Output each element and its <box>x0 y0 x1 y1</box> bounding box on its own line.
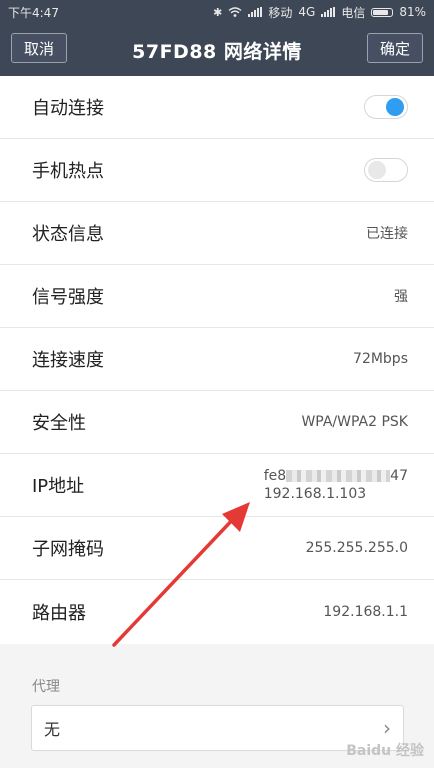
title-bar: 取消 57FD88 网络详情 确定 <box>0 24 434 76</box>
status-time: 下午4:47 <box>8 5 59 20</box>
row-ip-address: IP地址 fe8 47 192.168.1.103 <box>0 454 434 517</box>
chevron-right-icon: › <box>383 716 391 740</box>
row-label: 连接速度 <box>32 350 104 371</box>
row-label: 子网掩码 <box>32 539 104 560</box>
bluetooth-icon: ✱ <box>213 5 223 19</box>
confirm-button[interactable]: 确定 <box>367 33 423 63</box>
proxy-value: 无 <box>44 720 61 739</box>
page-title: 57FD88 网络详情 <box>132 40 302 63</box>
row-label: 信号强度 <box>32 287 104 308</box>
row-subnet-mask: 子网掩码 255.255.255.0 <box>0 517 434 580</box>
proxy-section: 代理 无 › Baidu 经验 <box>0 644 434 768</box>
row-label: IP地址 <box>32 476 85 497</box>
network-type: 4G <box>298 5 316 19</box>
network-detail-list: 自动连接 手机热点 状态信息 已连接 信号强度 强 连接速度 72Mbps 安全… <box>0 76 434 643</box>
status-value: 已连接 <box>366 226 408 242</box>
row-label: 路由器 <box>32 602 86 624</box>
carrier-1: 移动 <box>268 5 293 20</box>
hotspot-toggle[interactable] <box>364 158 408 182</box>
carrier-2: 电信 <box>341 5 366 20</box>
row-label: 安全性 <box>32 413 86 434</box>
row-signal-strength: 信号强度 强 <box>0 265 434 328</box>
security-value: WPA/WPA2 PSK <box>301 414 408 430</box>
battery-icon <box>371 7 394 17</box>
row-label: 自动连接 <box>32 98 104 119</box>
router-value: 192.168.1.1 <box>323 603 408 620</box>
row-auto-connect[interactable]: 自动连接 <box>0 76 434 139</box>
signal-icon <box>248 7 263 17</box>
ip-address-values: fe8 47 192.168.1.103 <box>264 467 408 503</box>
row-link-speed: 连接速度 72Mbps <box>0 328 434 391</box>
auto-connect-toggle[interactable] <box>364 95 408 119</box>
battery-percent: 81% <box>399 5 426 19</box>
link-speed-value: 72Mbps <box>353 351 408 367</box>
watermark: Baidu 经验 <box>346 743 424 759</box>
signal-icon-2 <box>321 7 336 17</box>
row-security: 安全性 WPA/WPA2 PSK <box>0 391 434 454</box>
ipv4-address: 192.168.1.103 <box>263 486 367 502</box>
subnet-mask-value: 255.255.255.0 <box>305 540 408 556</box>
status-bar: 下午4:47 ✱ 移动 4G 电信 81% <box>0 0 434 24</box>
row-status: 状态信息 已连接 <box>0 202 434 265</box>
signal-strength-value: 强 <box>394 289 408 305</box>
cancel-button[interactable]: 取消 <box>11 33 67 63</box>
row-router: 路由器 192.168.1.1 <box>0 580 434 643</box>
ipv6-address: fe8 47 <box>263 468 408 484</box>
row-hotspot[interactable]: 手机热点 <box>0 139 434 202</box>
proxy-section-label: 代理 <box>32 679 60 695</box>
row-label: 状态信息 <box>32 224 104 245</box>
wifi-icon <box>228 7 242 17</box>
redaction-blur <box>286 470 391 482</box>
status-indicators: ✱ 移动 4G 电信 81% <box>213 4 426 21</box>
row-label: 手机热点 <box>32 161 104 182</box>
